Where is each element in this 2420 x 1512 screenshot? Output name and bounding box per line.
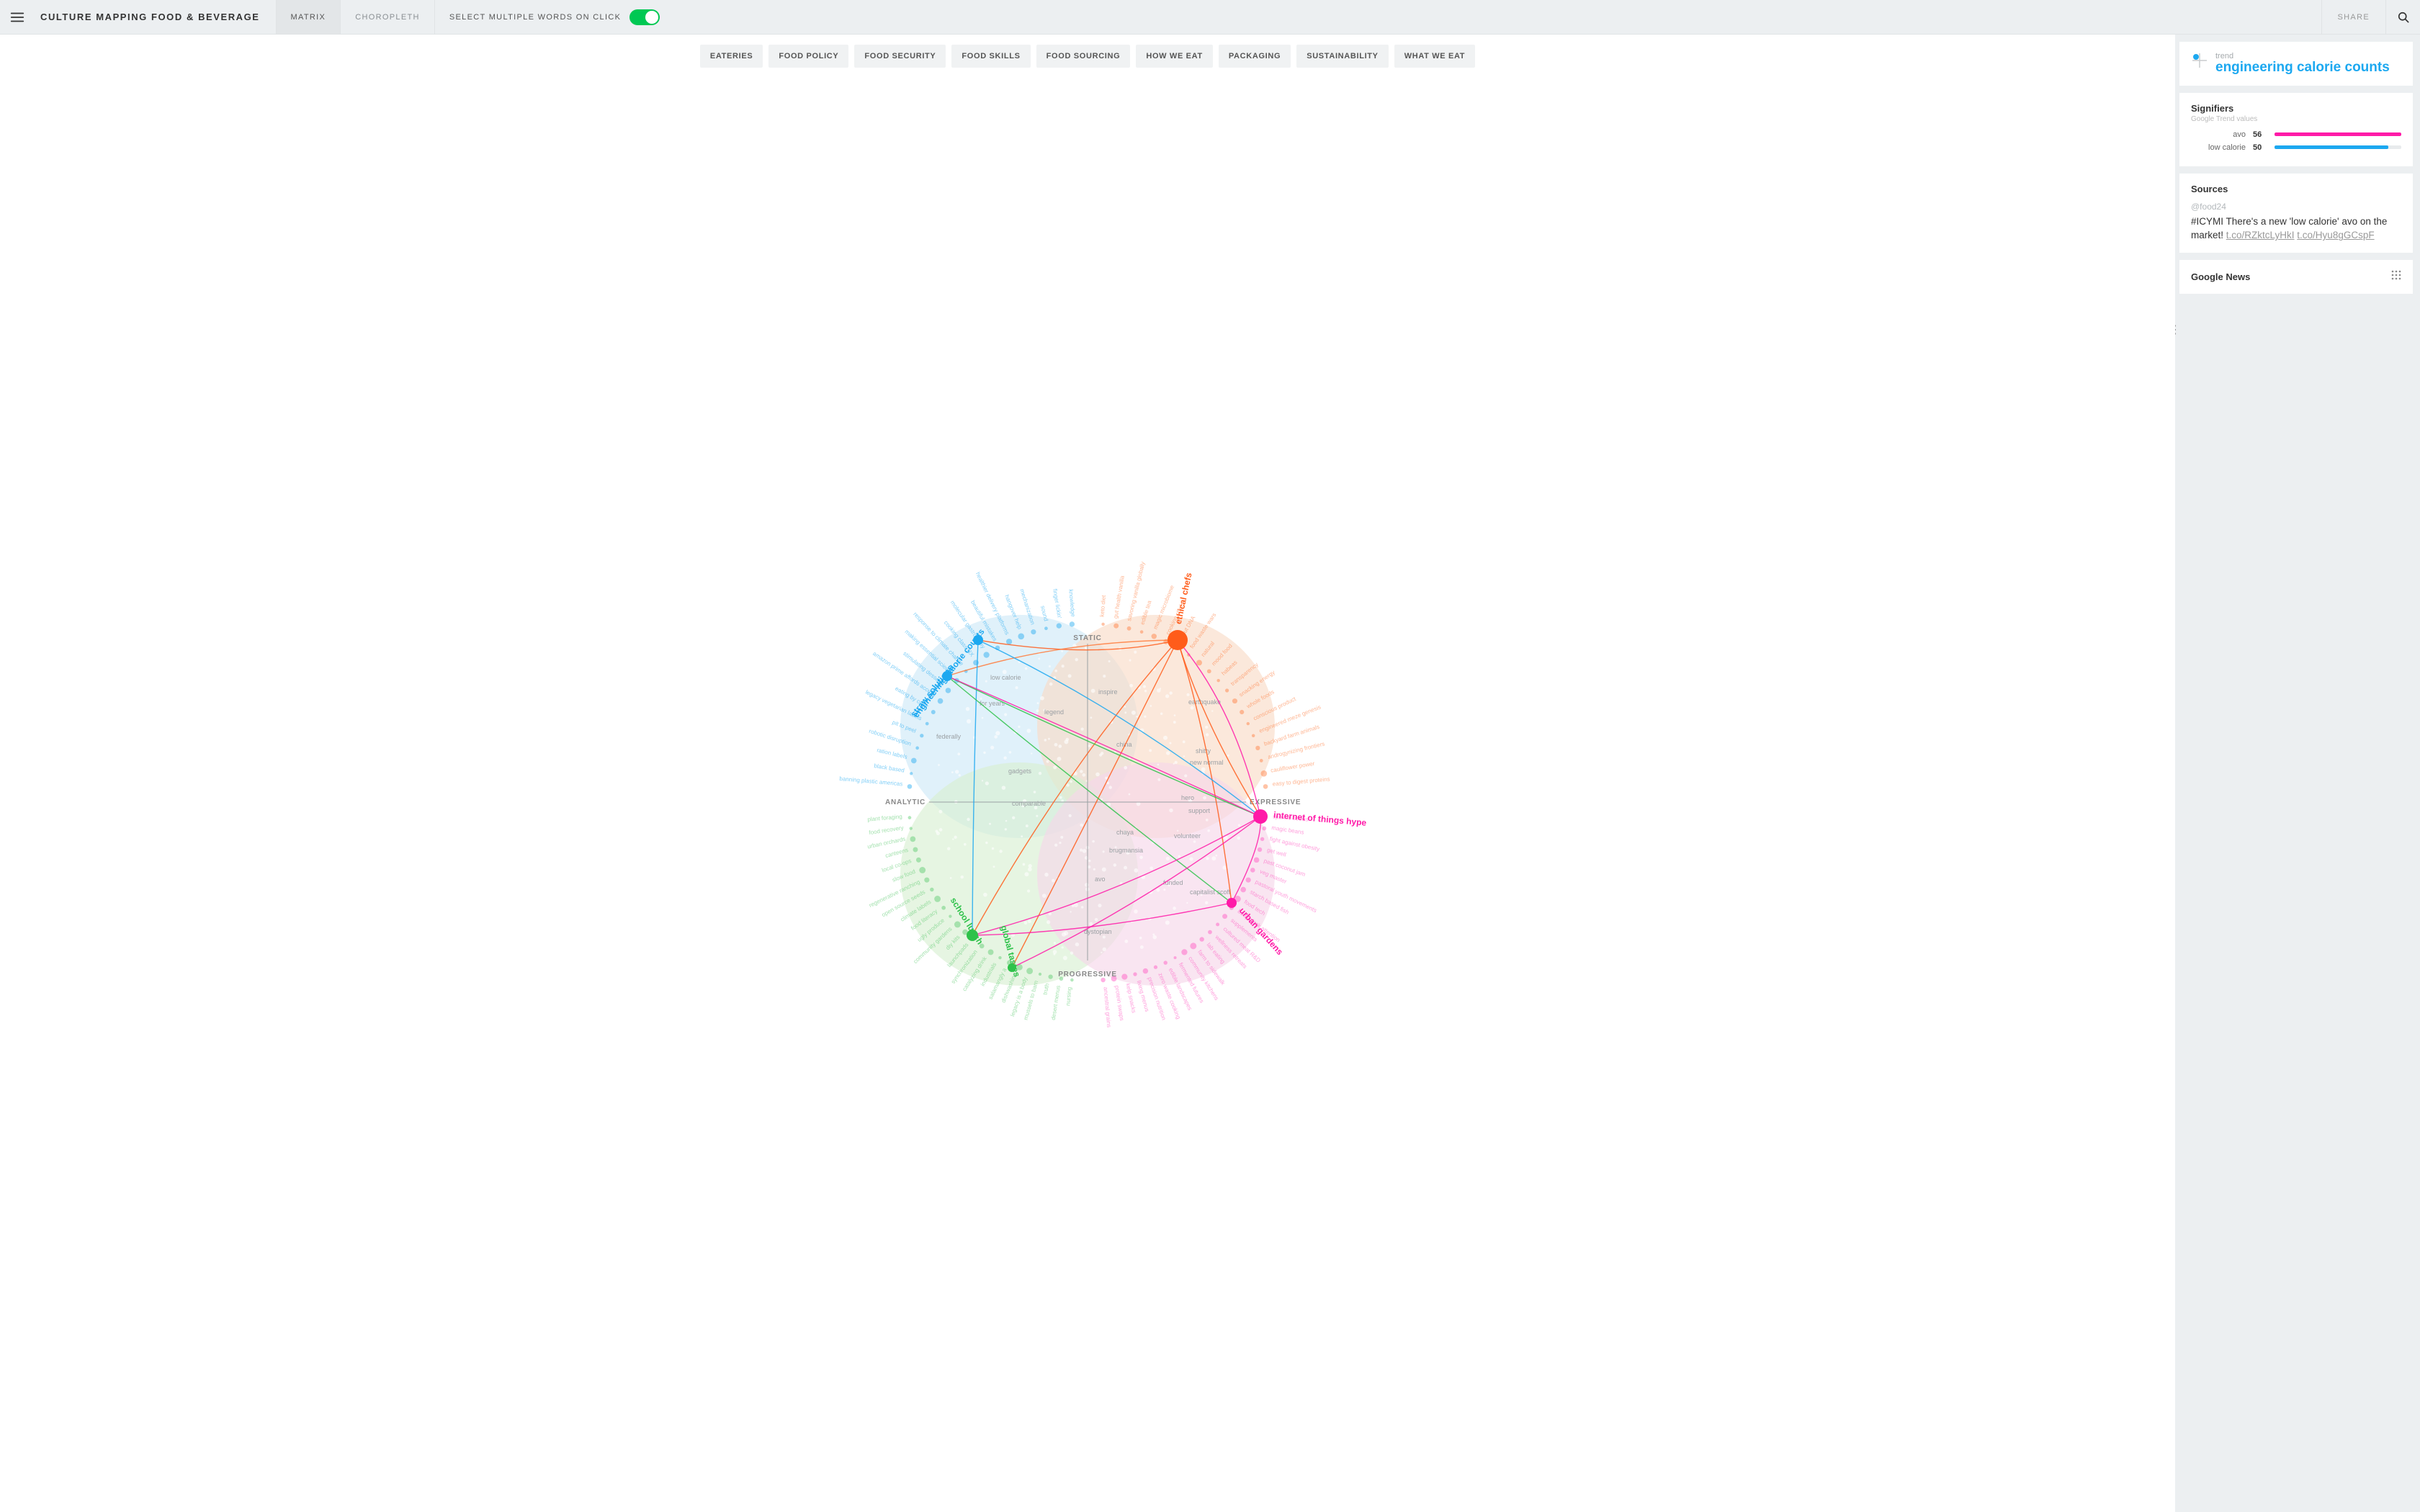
- svg-text:comparable: comparable: [1012, 800, 1046, 807]
- svg-text:volunteer: volunteer: [1174, 832, 1201, 840]
- svg-text:ancestral grains: ancestral grains: [1102, 986, 1112, 1027]
- main-panel: EATERIESFOOD POLICY FOOD SECURITYFOOD SKI…: [0, 35, 2175, 1512]
- share-button[interactable]: SHARE: [2321, 0, 2386, 34]
- svg-text:brugmansia: brugmansia: [1109, 847, 1143, 854]
- chip-food-security[interactable]: FOOD SECURITY: [854, 45, 946, 68]
- grid-drag-icon[interactable]: [2391, 270, 2401, 284]
- chip-food-policy[interactable]: FOOD POLICY: [768, 45, 848, 68]
- sources-title: Sources: [2191, 184, 2401, 194]
- matrix-visualization[interactable]: banning plastic americasblack basedratio…: [0, 78, 2175, 1512]
- signifier-value: 56: [2253, 130, 2267, 139]
- tab-matrix[interactable]: MATRIX: [276, 0, 341, 34]
- svg-text:PROGRESSIVE: PROGRESSIVE: [1058, 971, 1117, 978]
- hamburger-menu-button[interactable]: [0, 9, 35, 25]
- multi-select-toggle-label: SELECT MULTIPLE WORDS ON CLICK: [449, 13, 621, 22]
- search-icon: [2396, 10, 2411, 24]
- svg-text:ANALYTIC: ANALYTIC: [885, 798, 926, 806]
- svg-text:federally: federally: [936, 733, 962, 740]
- multi-select-toggle-wrap: SELECT MULTIPLE WORDS ON CLICK: [449, 9, 660, 25]
- svg-text:funded: funded: [1163, 879, 1183, 886]
- signifiers-subtitle: Google Trend values: [2191, 115, 2401, 123]
- svg-text:capitalist scoff: capitalist scoff: [1190, 888, 1231, 896]
- search-button[interactable]: [2385, 0, 2420, 34]
- svg-text:cauliflower power: cauliflower power: [1270, 760, 1316, 774]
- header: CULTURE MAPPING FOOD & BEVERAGE MATRIX C…: [0, 0, 2420, 35]
- app-title: CULTURE MAPPING FOOD & BEVERAGE: [35, 12, 266, 22]
- sidebar: ⋮ trend engineering calorie counts Signi…: [2175, 35, 2420, 1512]
- svg-text:banning plastic americas: banning plastic americas: [839, 775, 902, 788]
- chip-what-we-eat[interactable]: WHAT WE EAT: [1394, 45, 1475, 68]
- signifier-row: avo 56: [2191, 130, 2401, 139]
- matrix-svg[interactable]: banning plastic americasblack basedratio…: [735, 500, 1440, 1090]
- svg-text:desert menus: desert menus: [1050, 985, 1062, 1020]
- source-link-2[interactable]: t.co/Hyu8gGCspF: [2297, 230, 2374, 240]
- view-tabs: MATRIX CHOROPLETH: [276, 0, 435, 34]
- svg-text:dystopian: dystopian: [1084, 928, 1112, 935]
- signifier-name: low calorie: [2191, 143, 2246, 152]
- source-text: #ICYMI There's a new 'low calorie' avo o…: [2191, 215, 2401, 243]
- category-chips: EATERIESFOOD POLICY FOOD SECURITYFOOD SKI…: [0, 35, 2175, 78]
- node-label-internet-of-things-hype[interactable]: internet of things hype: [1273, 810, 1367, 828]
- signifier-bar: [2275, 145, 2401, 149]
- svg-text:inspire: inspire: [1098, 688, 1118, 696]
- svg-text:new normal: new normal: [1190, 759, 1224, 766]
- app-root: CULTURE MAPPING FOOD & BEVERAGE MATRIX C…: [0, 0, 2420, 1512]
- chip-sustainability[interactable]: SUSTAINABILITY: [1296, 45, 1388, 68]
- multi-select-toggle[interactable]: [629, 9, 660, 25]
- body: EATERIESFOOD POLICY FOOD SECURITYFOOD SKI…: [0, 35, 2420, 1512]
- source-link-1[interactable]: t.co/RZktcLyHkI: [2226, 230, 2295, 240]
- trend-card: trend engineering calorie counts: [2179, 42, 2413, 86]
- svg-text:shitty: shitty: [1196, 747, 1211, 755]
- svg-text:gut health vanilla: gut health vanilla: [1112, 575, 1126, 618]
- svg-text:food recovery: food recovery: [869, 824, 904, 836]
- trend-header: trend engineering calorie counts: [2191, 52, 2401, 76]
- tab-choropleth[interactable]: CHOROPLETH: [340, 0, 435, 34]
- svg-text:nursing: nursing: [1065, 986, 1072, 1006]
- chip-food-sourcing[interactable]: FOOD SOURCING: [1036, 45, 1131, 68]
- signifiers-card: Signifiers Google Trend values avo 56 lo…: [2179, 93, 2413, 166]
- svg-text:easy to digest proteins: easy to digest proteins: [1272, 776, 1330, 788]
- svg-text:chaya: chaya: [1116, 829, 1134, 836]
- chip-how-we-eat[interactable]: HOW WE EAT: [1136, 45, 1213, 68]
- header-right: SHARE: [2321, 0, 2420, 34]
- svg-text:finger lickin': finger lickin': [1052, 588, 1063, 619]
- svg-text:earthquake: earthquake: [1188, 698, 1221, 706]
- svg-text:plant foraging: plant foraging: [867, 814, 902, 823]
- trend-crosshair-icon: [2191, 52, 2208, 69]
- svg-text:hero: hero: [1181, 794, 1194, 801]
- hamburger-icon: [9, 9, 25, 25]
- svg-text:gadgets: gadgets: [1008, 768, 1032, 775]
- google-news-card[interactable]: Google News: [2179, 260, 2413, 294]
- svg-text:low calorie: low calorie: [990, 674, 1021, 681]
- chip-packaging[interactable]: PACKAGING: [1219, 45, 1291, 68]
- sidebar-kebab-icon[interactable]: ⋮: [2175, 323, 2181, 337]
- svg-text:avo: avo: [1095, 876, 1106, 883]
- svg-text:knowledge: knowledge: [1067, 589, 1076, 617]
- signifier-row: low calorie 50: [2191, 143, 2401, 152]
- signifier-bar: [2275, 132, 2401, 136]
- chip-eateries[interactable]: EATERIES: [700, 45, 763, 68]
- signifier-value: 50: [2253, 143, 2267, 152]
- svg-text:black based: black based: [874, 762, 905, 774]
- trend-title: engineering calorie counts: [2215, 60, 2390, 76]
- svg-text:magic beans: magic beans: [1271, 824, 1304, 836]
- svg-text:support: support: [1188, 807, 1211, 814]
- svg-text:kelp snacks: kelp snacks: [1124, 983, 1137, 1014]
- chip-food-skills[interactable]: FOOD SKILLS: [951, 45, 1030, 68]
- source-handle: @food24: [2191, 202, 2401, 212]
- svg-text:STATIC: STATIC: [1073, 634, 1101, 642]
- signifier-name: avo: [2191, 130, 2246, 139]
- sources-card: Sources @food24 #ICYMI There's a new 'lo…: [2179, 174, 2413, 253]
- svg-text:truth: truth: [1041, 983, 1050, 996]
- google-news-title: Google News: [2191, 271, 2250, 282]
- svg-text:protein swaps: protein swaps: [1113, 985, 1125, 1021]
- svg-text:keto diet: keto diet: [1099, 594, 1108, 617]
- svg-text:legend: legend: [1044, 708, 1064, 716]
- signifiers-title: Signifiers: [2191, 103, 2401, 114]
